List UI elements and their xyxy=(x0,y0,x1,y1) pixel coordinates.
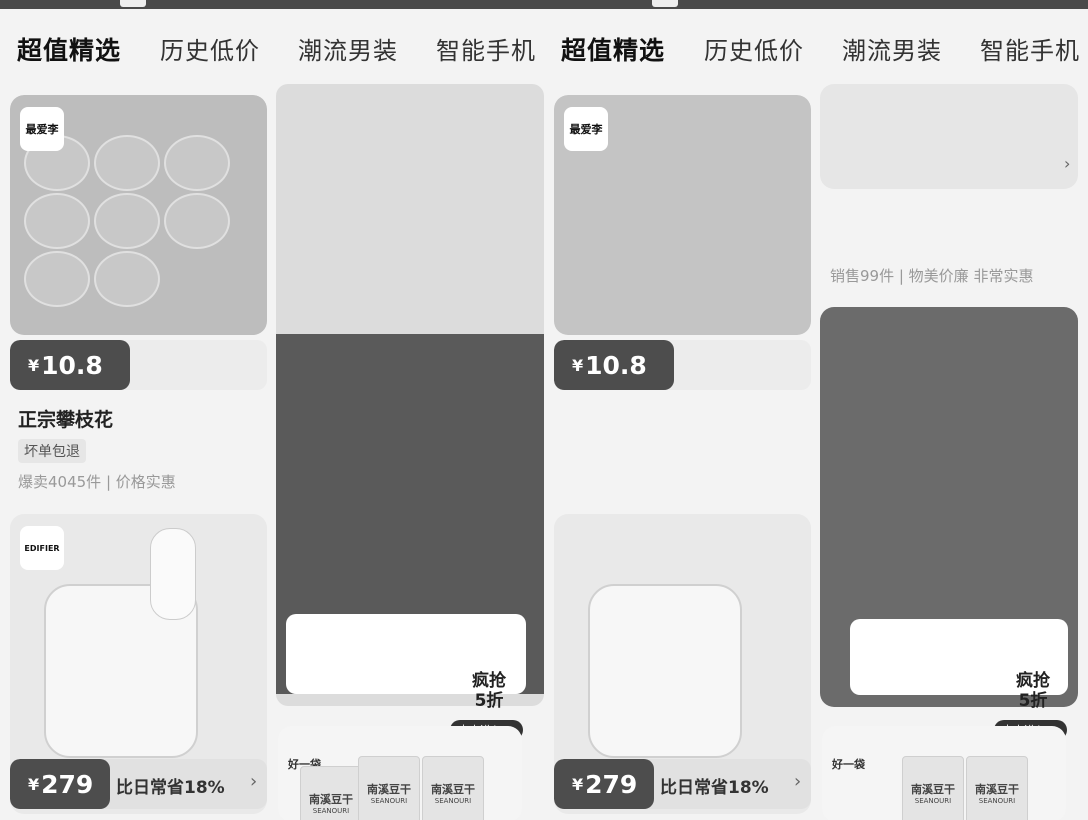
saving-text: 比日常省18% xyxy=(116,778,225,798)
product-title[interactable]: 正宗攀枝花 xyxy=(18,405,113,432)
price-pill: ¥ 279 xyxy=(10,759,110,809)
price-value: 10.8 xyxy=(585,350,647,380)
price-bar: ¥ 279 比日常省18% › xyxy=(10,759,267,809)
product-card-keyboard[interactable] xyxy=(276,84,544,706)
tab-zhineng[interactable]: 智能手机 xyxy=(980,31,1080,66)
price-bar: ¥ 10.8 xyxy=(10,340,267,390)
brand-badge: EDIFIER xyxy=(20,526,64,570)
product-card-mango[interactable]: 最爱李 ¥ 10.8 xyxy=(554,95,811,395)
snack-package: 南溪豆干 SEANOURI xyxy=(358,756,420,820)
chevron-right-icon[interactable]: › xyxy=(794,771,801,792)
strip-tab-handle xyxy=(120,0,146,7)
currency-symbol: ¥ xyxy=(572,355,584,375)
earbud-image xyxy=(150,528,196,620)
earbuds-case-image xyxy=(588,584,742,758)
price-pill: ¥ 10.8 xyxy=(554,340,674,390)
tab-lishi[interactable]: 历史低价 xyxy=(704,31,804,66)
snack-package: 南溪豆干 SEANOURI xyxy=(422,756,484,820)
currency-symbol: ¥ xyxy=(572,774,584,794)
tab-chaozhi[interactable]: 超值精选 xyxy=(561,31,665,67)
left-panel: 超值精选 历史低价 潮流男装 智能手机 最爱李 ¥ 10.8 正宗攀枝花 坏单包… xyxy=(0,9,544,820)
tab-lishi[interactable]: 历史低价 xyxy=(160,31,260,66)
saving-text: 比日常省18% xyxy=(660,778,769,798)
strip-tab-handle xyxy=(652,0,678,7)
sold-count: 爆卖4045件 | 价格实惠 xyxy=(18,473,176,491)
chevron-right-icon[interactable]: › xyxy=(250,771,257,792)
snack-package: 南溪豆干 SEANOURI xyxy=(902,756,964,820)
product-card-snacks[interactable]: 好一袋 南溪豆干 SEANOURI 南溪豆干 SEANOURI xyxy=(822,726,1066,820)
tab-chaoliu[interactable]: 潮流男装 xyxy=(842,31,942,66)
chevron-right-icon[interactable]: › xyxy=(1064,154,1070,173)
tab-chaoliu[interactable]: 潮流男装 xyxy=(298,31,398,66)
promo-badge: 疯抢 5折 xyxy=(472,671,506,711)
currency-symbol: ¥ xyxy=(28,774,40,794)
price-bar: ¥ 279 比日常省18% › xyxy=(554,759,811,809)
product-card-top[interactable]: › xyxy=(820,84,1078,189)
price-value: 279 xyxy=(41,769,94,799)
product-tag: 坏单包退 xyxy=(18,439,86,463)
snack-package: 南溪豆干 SEANOURI xyxy=(966,756,1028,820)
price-value: 10.8 xyxy=(41,350,103,380)
promo-badge: 疯抢 5折 xyxy=(1016,671,1050,711)
tab-chaozhi[interactable]: 超值精选 xyxy=(17,31,121,67)
brand-badge: 最爱李 xyxy=(564,107,608,151)
price-value: 279 xyxy=(585,769,638,799)
snack-brand-logo: 好一袋 xyxy=(832,758,865,771)
product-card-edifier[interactable]: EDIFIER ¥ 279 比日常省18% › xyxy=(10,514,267,814)
currency-symbol: ¥ xyxy=(28,355,40,375)
product-card-snacks[interactable]: 好一袋 南溪豆干 SEANOURI 南溪豆干 SEANOURI 南溪豆干 SEANOU… xyxy=(278,726,522,820)
product-card-keyboard[interactable] xyxy=(820,307,1078,707)
snack-package: 南溪豆干 SEANOURI xyxy=(300,766,362,820)
price-pill: ¥ 10.8 xyxy=(10,340,130,390)
tab-zhineng[interactable]: 智能手机 xyxy=(436,31,536,66)
top-strip xyxy=(0,0,1088,9)
right-panel: 超值精选 历史低价 潮流男装 智能手机 最爱李 ¥ 10.8 ¥ 279 比日常… xyxy=(544,9,1088,820)
brand-badge: 最爱李 xyxy=(20,107,64,151)
price-bar: ¥ 10.8 xyxy=(554,340,811,390)
product-card-edifier[interactable]: ¥ 279 比日常省18% › xyxy=(554,514,811,814)
sold-count: 销售99件 | 物美价廉 非常实惠 xyxy=(830,267,1034,285)
price-pill: ¥ 279 xyxy=(554,759,654,809)
